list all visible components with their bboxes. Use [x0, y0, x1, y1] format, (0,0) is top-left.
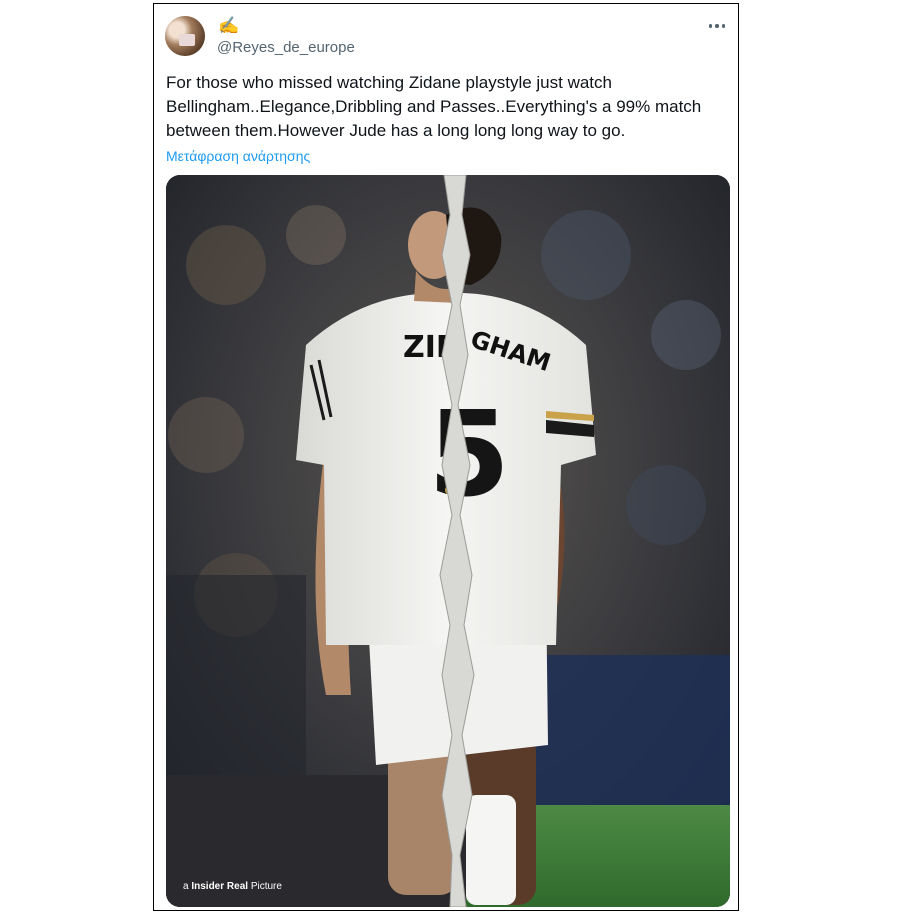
watermark-suffix: Picture: [250, 881, 282, 892]
user-handle[interactable]: @Reyes_de_europe: [217, 38, 355, 58]
split-player-photo: ZID GHAM 5: [166, 175, 730, 907]
image-watermark: a Insider Real Picture: [183, 881, 282, 893]
more-options-button[interactable]: [706, 18, 728, 34]
tweet-card[interactable]: ✍️ @Reyes_de_europe For those who missed…: [153, 3, 739, 911]
display-name[interactable]: ✍️: [218, 16, 239, 36]
avatar[interactable]: [165, 16, 205, 56]
watermark-prefix: a: [183, 881, 189, 892]
more-horizontal-icon: [708, 24, 726, 28]
tweet-text: For those who missed watching Zidane pla…: [166, 73, 702, 140]
tweet-image[interactable]: ZID GHAM 5 a Insider Real Picture: [166, 175, 730, 907]
jersey-number: 5: [428, 385, 510, 523]
watermark-brand: Insider Real: [191, 881, 249, 892]
translate-post-link[interactable]: Μετάφραση ανάρτησης: [166, 147, 310, 165]
